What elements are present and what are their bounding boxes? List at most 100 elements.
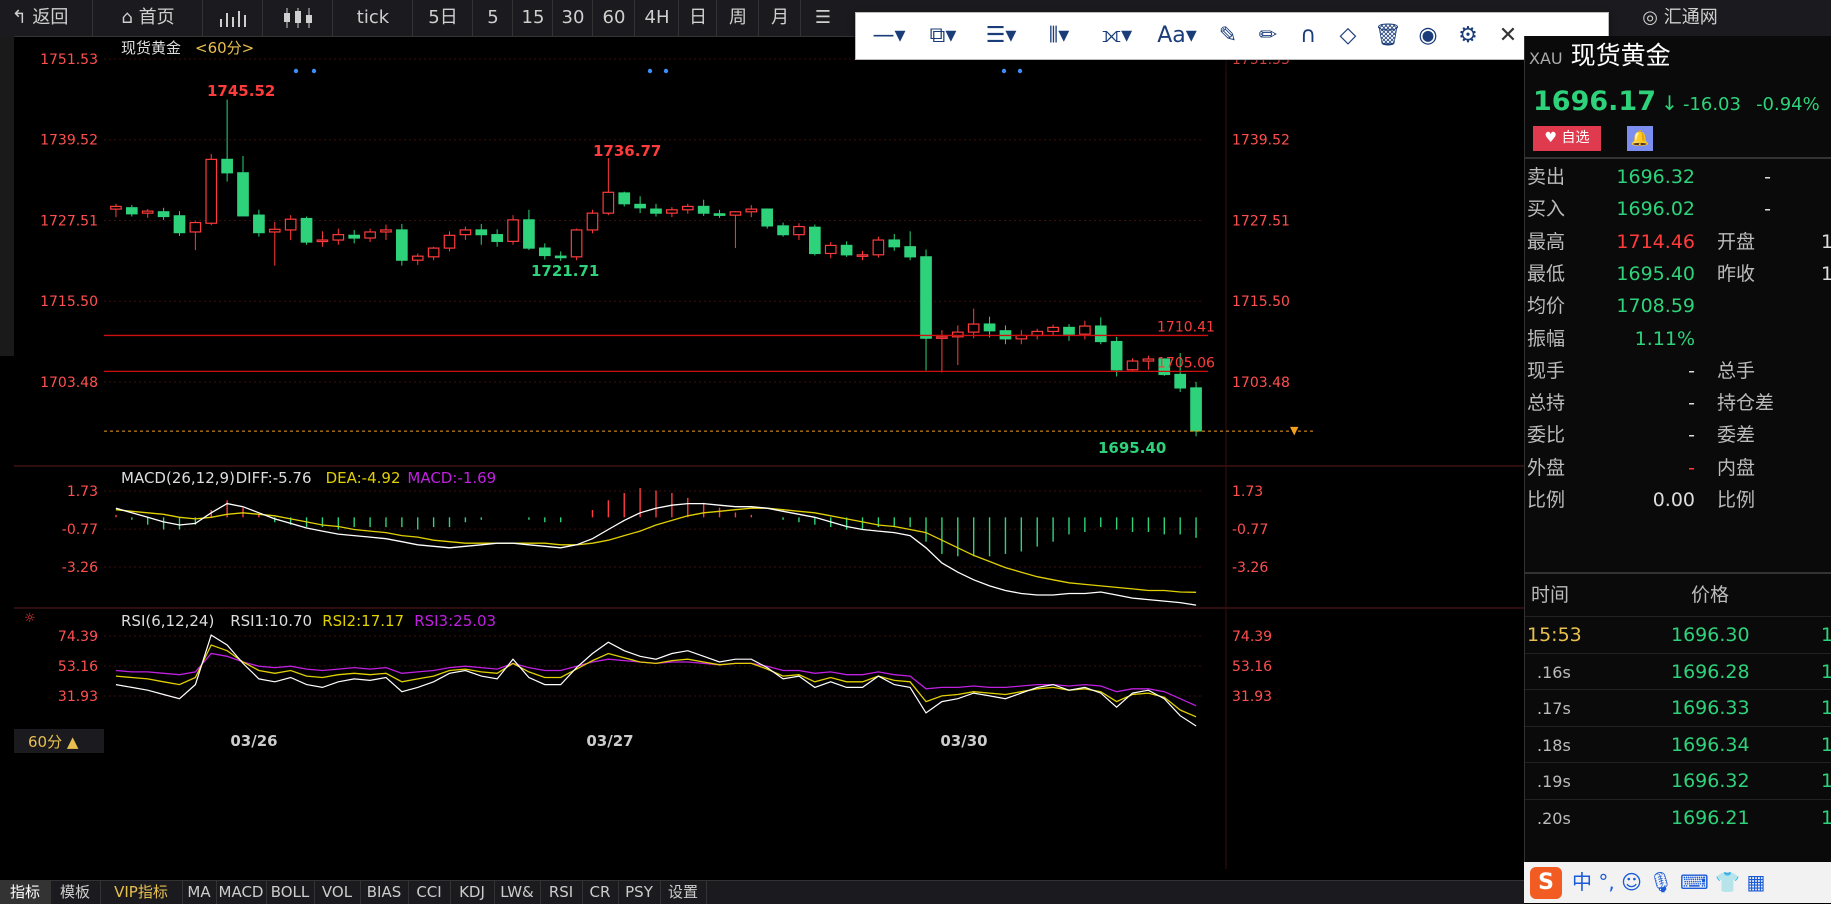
gear-icon[interactable]: ⚙ xyxy=(1450,20,1486,52)
indicator-tab-0[interactable]: 指标 xyxy=(0,881,51,904)
period-4h[interactable]: 4H xyxy=(634,0,679,36)
quote-field-label: 比例 xyxy=(1527,489,1566,511)
indicator-tab-13[interactable]: PSY xyxy=(618,881,661,904)
candle-body xyxy=(538,247,551,257)
period-select-button[interactable]: 60分 ▲ xyxy=(28,733,79,751)
candle-body xyxy=(1110,340,1123,371)
period-5[interactable]: 5 xyxy=(472,0,513,36)
candle-body xyxy=(173,215,186,234)
candle-body xyxy=(125,207,138,215)
rsi2-value: RSI2:17.17 xyxy=(322,612,404,630)
price-change-pct: -0.94% xyxy=(1756,94,1820,115)
candle-body xyxy=(1142,358,1155,362)
indicator-tab-9[interactable]: KDJ xyxy=(450,881,495,904)
rsi-label: RSI(6,12,24) xyxy=(121,612,214,630)
ticks-header: 时间 价格 xyxy=(1525,577,1831,614)
ime-toolbar[interactable]: S 中 °, ☺ 🎙 ⌨ 👕 ▦ xyxy=(1524,862,1831,903)
indicator-tab-2[interactable]: VIP指标 xyxy=(100,881,183,904)
eye-icon[interactable]: ◉ xyxy=(1410,20,1446,52)
left-side-strip[interactable] xyxy=(0,36,14,356)
candle-body xyxy=(936,336,948,339)
date-label: 03/27 xyxy=(586,732,633,750)
indicator-tab-11[interactable]: RSI xyxy=(540,881,583,904)
trash-icon[interactable]: 🗑 xyxy=(1370,20,1406,52)
ticks-price-header: 价格 xyxy=(1691,584,1730,606)
bell-icon[interactable]: 🔔 xyxy=(1627,126,1653,151)
pattern-tool-icon[interactable]: ⟗▾ xyxy=(1090,20,1144,52)
eraser-icon[interactable]: ◇ xyxy=(1330,20,1366,52)
fib-tool-icon[interactable]: ☰▾ xyxy=(974,20,1028,52)
indicator-tab-6[interactable]: VOL xyxy=(314,881,361,904)
period-30[interactable]: 30 xyxy=(552,0,593,36)
ticks-time-header: 时间 xyxy=(1531,584,1570,606)
candle-body xyxy=(761,208,774,227)
magnet-icon[interactable]: ∩ xyxy=(1290,20,1326,52)
text-tool-icon[interactable]: Aa▾ xyxy=(1150,20,1204,52)
indicator-tab-12[interactable]: CR xyxy=(582,881,619,904)
indicator-tab-7[interactable]: BIAS xyxy=(360,881,409,904)
mid-high-annotation: 1736.77 xyxy=(593,142,661,160)
candle-body xyxy=(380,229,392,233)
tick-time: .19s xyxy=(1537,772,1571,791)
watchlist-button[interactable]: ♥ 自选 xyxy=(1533,126,1601,151)
quote-row: 比例 0.00 比例 xyxy=(1525,482,1831,519)
price-chart-area[interactable]: 1751.53 1751.53 1739.52 1739.52 1727.51 1727.… xyxy=(14,36,1525,871)
candle-body xyxy=(713,213,726,216)
period-week[interactable]: 周 xyxy=(716,0,759,36)
rsi-tick-right: 31.93 xyxy=(1232,689,1272,705)
y-axis-tick-left: 1739.52 xyxy=(40,133,98,149)
period-15[interactable]: 15 xyxy=(512,0,553,36)
tick-price: 1696.32 xyxy=(1671,770,1750,792)
marker-dot xyxy=(293,68,299,74)
candle-body xyxy=(1079,325,1091,335)
candle-body xyxy=(808,226,821,255)
quote-title: XAU 现货黄金 xyxy=(1525,38,1831,74)
divider xyxy=(1525,572,1831,574)
close-icon[interactable]: ✕ xyxy=(1490,20,1526,52)
marker-dot xyxy=(1017,68,1023,74)
rect-tool-icon[interactable]: ⧉▾ xyxy=(916,20,970,52)
chart-canvas[interactable]: 1751.53 1751.531739.52 1739.521727.51 1727.… xyxy=(14,36,1525,871)
indicator-tab-5[interactable]: BOLL xyxy=(266,881,315,904)
period-5d[interactable]: 5日 xyxy=(412,0,473,36)
back-button[interactable]: ↰ 返回 xyxy=(0,0,80,36)
home-button[interactable]: ⌂ 首页 xyxy=(92,0,203,36)
indicator-tab-14[interactable]: 设置 xyxy=(660,881,707,904)
tick-price: 1696.30 xyxy=(1671,624,1750,646)
candle-body xyxy=(253,214,265,234)
rsi-tick-left: 53.16 xyxy=(58,659,98,675)
candle-body xyxy=(904,246,916,258)
marker-dot xyxy=(663,68,669,74)
candle-body xyxy=(872,239,885,256)
tick-row: .17s 1696.33 1 xyxy=(1525,689,1831,727)
vline-tool-icon[interactable]: ⦀▾ xyxy=(1032,20,1086,52)
candle-body xyxy=(618,192,631,205)
indicator-tab-10[interactable]: LW& xyxy=(494,881,541,904)
tick-button[interactable]: tick xyxy=(332,0,413,36)
indicator-tab-3[interactable]: MA xyxy=(182,881,217,904)
candle-body xyxy=(983,323,996,332)
ime-lang[interactable]: 中 °, ☺ 🎙 ⌨ 👕 ▦ xyxy=(1572,862,1765,903)
tick-price: 1696.21 xyxy=(1671,806,1750,829)
period-60[interactable]: 60 xyxy=(592,0,635,36)
candle-body xyxy=(856,254,869,257)
indicator-tab-4[interactable]: MACD xyxy=(216,881,267,904)
y-axis-tick-right: 1727.51 xyxy=(1232,213,1290,229)
candle-type-icon[interactable] xyxy=(262,0,333,36)
period-month[interactable]: 月 xyxy=(758,0,801,36)
list-icon[interactable]: ☰ xyxy=(800,0,845,36)
line-tool-icon[interactable]: —▾ xyxy=(864,20,914,52)
candle-body xyxy=(777,225,789,236)
indicator-tab-1[interactable]: 模板 xyxy=(50,881,101,904)
period-day[interactable]: 日 xyxy=(678,0,717,36)
ruler-icon[interactable]: ✎ xyxy=(1210,20,1246,52)
pen-icon[interactable]: ✏ xyxy=(1250,20,1286,52)
candle-body xyxy=(793,225,805,236)
chart-type-icon[interactable] xyxy=(202,0,263,36)
candle-body xyxy=(634,203,646,209)
ime-logo-icon[interactable]: S xyxy=(1530,867,1562,899)
back-label: 返回 xyxy=(32,7,69,28)
macd-diff-line xyxy=(115,502,1197,606)
indicator-tab-8[interactable]: CCI xyxy=(408,881,451,904)
tick-row: .18s 1696.34 1 xyxy=(1525,725,1831,764)
